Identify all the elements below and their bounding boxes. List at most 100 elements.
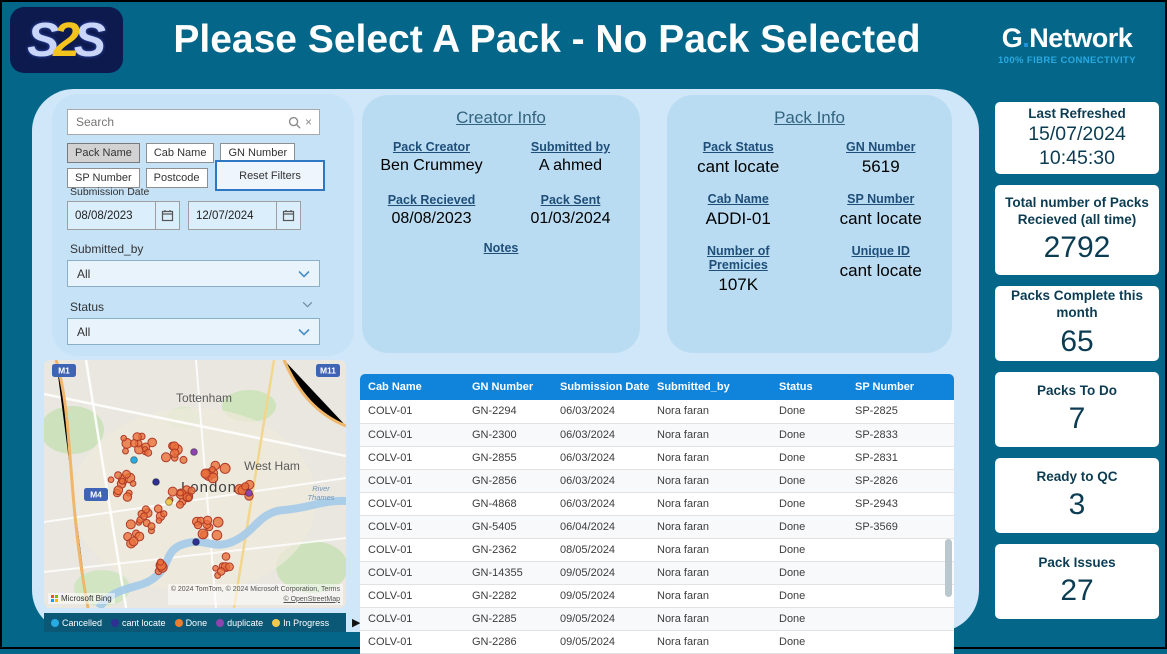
submitted-by-label: Submitted_by [70,242,143,256]
table-cell: SP-2943 [847,492,954,515]
table-cell: COLV-01 [360,446,464,469]
date-to-field[interactable]: 12/07/2024 [188,201,301,230]
column-header-submission-date[interactable]: Submission Date [552,374,649,400]
table-cell: Nora faran [649,515,771,538]
status-label: Status [70,300,104,314]
field-pack-sent: Pack Sent 01/03/2024 [501,193,640,228]
filter-chip-cab-name[interactable]: Cab Name [146,143,215,163]
table-cell: GN-4868 [464,492,552,515]
table-row[interactable]: COLV-01GN-230006/03/2024Nora faranDoneSP… [360,423,954,446]
legend-dot-icon [272,619,280,627]
table-cell: GN-14355 [464,561,552,584]
column-header-status[interactable]: Status [771,374,847,400]
table-cell: SP-2833 [847,423,954,446]
date-from-field[interactable]: 08/08/2023 [67,201,180,230]
column-header-submitted_by[interactable]: Submitted_by [649,374,771,400]
legend-item-done: Done [175,618,208,628]
field-submitted-by: Submitted by A ahmed [501,140,640,175]
table-cell: COLV-01 [360,515,464,538]
legend-item-in-progress: In Progress [272,618,329,628]
table-cell: SP-3569 [847,515,954,538]
calendar-icon[interactable] [155,202,179,229]
table-row[interactable]: COLV-01GN-285506/03/2024Nora faranDoneSP… [360,446,954,469]
filter-chip-postcode[interactable]: Postcode [146,168,208,188]
table-cell [847,538,954,561]
s2s-logo: S2S [10,7,123,73]
table-cell: Done [771,630,847,653]
table-cell: SP-2831 [847,446,954,469]
stat-label: Total number of Packs Recieved (all time… [1000,195,1154,229]
calendar-icon[interactable] [276,202,300,229]
stat-value: 7 [1000,402,1154,436]
table-cell: 06/03/2024 [552,469,649,492]
map-label-west-ham: West Ham [244,459,300,473]
chevron-down-icon[interactable] [302,301,313,308]
table-cell: COLV-01 [360,538,464,561]
table-cell: COLV-01 [360,561,464,584]
table-cell: COLV-01 [360,423,464,446]
field-number-of-premicies: Number of Premicies 107K [667,244,810,295]
column-header-cab-name[interactable]: Cab Name [360,374,464,400]
table-row[interactable]: COLV-01GN-1435509/05/2024Nora faranDone [360,561,954,584]
chevron-down-icon [298,270,310,278]
table-cell: Nora faran [649,630,771,653]
table-cell: 09/05/2024 [552,561,649,584]
table-cell: COLV-01 [360,492,464,515]
field-pack-creator: Pack Creator Ben Crummey [362,140,501,175]
creator-info-title: Creator Info [362,108,640,128]
column-header-gn-number[interactable]: GN Number [464,374,552,400]
stat-label: Pack Issues [1000,555,1154,572]
table-cell: GN-2300 [464,423,552,446]
status-dropdown[interactable]: All [67,318,320,345]
motorway-badge-m4: M4 [84,488,108,501]
stat-value: 3 [1000,488,1154,522]
legend-item-duplicate: duplicate [216,618,263,628]
field-sp-number: SP Number cant locate [810,192,953,229]
table-cell: SP-2825 [847,400,954,423]
bing-logo: Microsoft Bing [48,593,115,604]
stat-value: 2792 [1000,231,1154,265]
map-legend: Cancelled cant locate Done duplicate In Prog… [44,613,346,632]
stat-label: Ready to QC [1000,469,1154,486]
stat-label: Last Refreshed [1000,106,1154,123]
clear-search-icon[interactable]: × [301,115,319,129]
table-cell: Nora faran [649,607,771,630]
filter-chip-sp-number[interactable]: SP Number [67,168,140,188]
table-cell [847,584,954,607]
table-row[interactable]: COLV-01GN-228509/05/2024Nora faranDone [360,607,954,630]
submitted-by-value: All [77,267,90,281]
table-row[interactable]: COLV-01GN-229406/03/2024Nora faranDoneSP… [360,400,954,423]
map-attribution: © 2024 TomTom, © 2024 Microsoft Corporat… [168,584,343,605]
filter-chip-pack-name[interactable]: Pack Name [67,143,140,163]
table-scrollbar-thumb[interactable] [945,539,952,597]
legend-item-cant-locate: cant locate [111,618,166,628]
gnetwork-logo: G.Network 100% FIBRE CONNECTIVITY [981,23,1153,66]
search-icon [288,116,301,129]
motorway-badge-m11: M11 [316,364,340,377]
table-row[interactable]: COLV-01GN-486806/03/2024Nora faranDoneSP… [360,492,954,515]
notes-link[interactable]: Notes [362,241,640,255]
field-cab-name: Cab Name ADDI-01 [667,192,810,229]
table-row[interactable]: COLV-01GN-228609/05/2024Nora faranDone [360,630,954,653]
reset-filters-button[interactable]: Reset Filters [215,160,325,191]
stat-card-packs-to-do: Packs To Do7 [995,372,1159,447]
table-row[interactable]: COLV-01GN-285606/03/2024Nora faranDoneSP… [360,469,954,492]
submitted-by-dropdown[interactable]: All [67,260,320,287]
table-cell: 09/05/2024 [552,584,649,607]
stats-column: Last Refreshed15/07/202410:45:30Total nu… [995,102,1159,619]
table-row[interactable]: COLV-01GN-228209/05/2024Nora faranDone [360,584,954,607]
table-cell: 06/03/2024 [552,492,649,515]
search-input[interactable] [68,115,288,129]
table-cell: Nora faran [649,423,771,446]
column-header-sp-number[interactable]: SP Number [847,374,954,400]
creator-info-card: Creator Info Pack Creator Ben Crummey Su… [362,95,640,353]
table-row[interactable]: COLV-01GN-540506/04/2024Nora faranDoneSP… [360,515,954,538]
table-cell: Done [771,492,847,515]
table-cell: 06/03/2024 [552,423,649,446]
table-cell: GN-2285 [464,607,552,630]
table-row[interactable]: COLV-01GN-236208/05/2024Nora faranDone [360,538,954,561]
map[interactable]: M1 M11 M4 Tottenham West Ham London Rive… [44,360,346,608]
table-cell: Done [771,423,847,446]
legend-item-cancelled: Cancelled [51,618,102,628]
packs-table: Cab NameGN NumberSubmission DateSubmitte… [360,374,954,654]
